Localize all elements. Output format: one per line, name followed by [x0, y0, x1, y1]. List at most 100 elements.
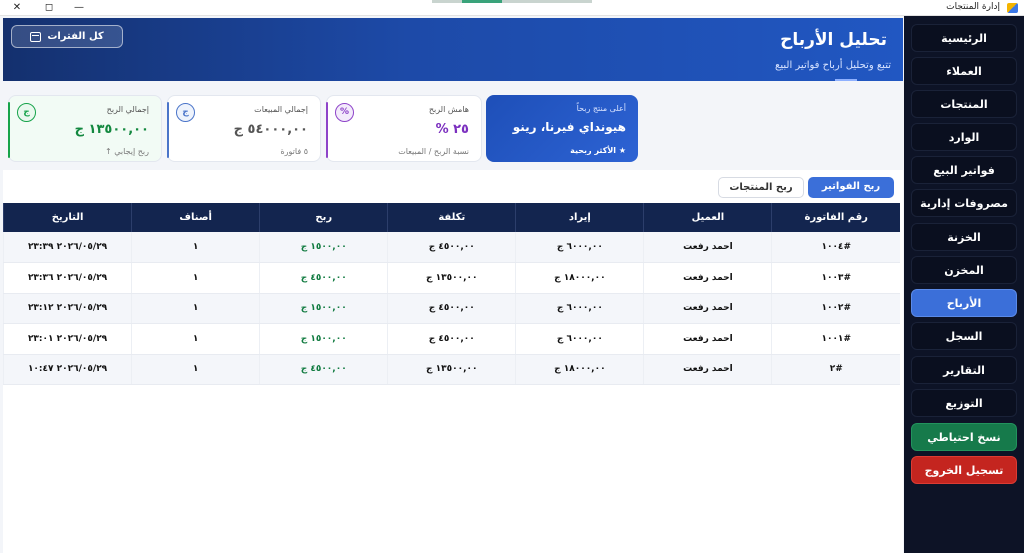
- items-cell: ١: [131, 262, 260, 294]
- top-product-label: أعلى منتج ربحاً: [576, 104, 626, 113]
- profit-sub: ربح إيجابي ↑: [105, 147, 149, 156]
- customer-cell: احمد رفعت: [643, 232, 772, 263]
- items-cell: ١: [131, 323, 260, 355]
- date-cell: ٢٠٢٦/٠٥/٢٩ ١٠:٤٧: [2, 354, 132, 385]
- percent-icon: %: [335, 103, 354, 122]
- table-row[interactable]: #١٠٠٢ احمد رفعت ٦٠٠٠,٠٠ ج ٤٥٠٠,٠٠ ج ١٥٠٠…: [2, 293, 900, 324]
- date-cell: ٢٠٢٦/٠٥/٢٩ ٢٣:٣٦: [2, 262, 132, 294]
- items-cell: ١: [131, 293, 260, 324]
- sidebar-item-customers[interactable]: العملاء: [911, 57, 1017, 85]
- profit-cell: ١٥٠٠,٠٠ ج: [259, 293, 388, 324]
- sales-value: ٥٤٠٠٠,٠٠ ج: [233, 122, 308, 137]
- customer-cell: احمد رفعت: [643, 354, 772, 385]
- sidebar-item-incoming[interactable]: الوارد: [911, 123, 1017, 151]
- maximize-window-button[interactable]: ◻: [42, 1, 56, 14]
- sidebar-item-admin-expenses[interactable]: مصروفات إدارية: [911, 189, 1017, 217]
- invoice-number-cell: #١٠٠٤: [771, 232, 900, 263]
- app-icon: [1007, 3, 1018, 13]
- profit-table-panel: ربح الفواتير ربح المنتجات رقم الفاتورة ا…: [2, 170, 903, 553]
- profit-table: رقم الفاتورة العميل إيراد تكلفة ربح أصنا…: [2, 203, 900, 385]
- table-row[interactable]: #١٠٠١ احمد رفعت ٦٠٠٠,٠٠ ج ٤٥٠٠,٠٠ ج ١٥٠٠…: [2, 323, 900, 355]
- table-header-row: رقم الفاتورة العميل إيراد تكلفة ربح أصنا…: [2, 203, 900, 232]
- profit-label: إجمالي الربح: [106, 105, 149, 114]
- card-accent: [167, 102, 169, 158]
- minimize-window-button[interactable]: —: [72, 1, 86, 14]
- revenue-cell: ٦٠٠٠,٠٠ ج: [515, 232, 644, 263]
- tab-invoice-profit[interactable]: ربح الفواتير: [808, 177, 894, 198]
- page-subtitle: تتبع وتحليل أرباح فواتير البيع: [775, 60, 891, 71]
- revenue-cell: ٦٠٠٠,٠٠ ج: [515, 293, 644, 324]
- customer-cell: احمد رفعت: [643, 293, 772, 324]
- all-periods-button[interactable]: كل الفترات: [11, 25, 123, 48]
- card-accent: [8, 102, 10, 158]
- margin-value: ٢٥ %: [435, 122, 469, 137]
- close-window-button[interactable]: ✕: [10, 1, 24, 14]
- top-product-card: أعلى منتج ربحاً هيونداي فيرنا، رينو ★ ال…: [486, 95, 638, 162]
- window-title: إدارة المنتجات: [946, 2, 1000, 12]
- sidebar-item-distribution[interactable]: التوزيع: [911, 389, 1017, 417]
- page-title: تحليل الأرباح: [780, 30, 887, 50]
- column-header[interactable]: إيراد: [515, 203, 644, 232]
- main-area: تحليل الأرباح تتبع وتحليل أرباح فواتير ا…: [0, 16, 904, 553]
- margin-sub: نسبة الربح / المبيعات: [398, 147, 469, 156]
- sidebar-item-log[interactable]: السجل: [911, 322, 1017, 350]
- table-row[interactable]: #١٠٠٣ احمد رفعت ١٨٠٠٠,٠٠ ج ١٣٥٠٠,٠٠ ج ٤٥…: [2, 262, 900, 294]
- sidebar-item-products[interactable]: المنتجات: [911, 90, 1017, 118]
- profit-margin-card: % هامش الربح ٢٥ % نسبة الربح / المبيعات: [326, 95, 482, 162]
- column-header[interactable]: ربح: [259, 203, 388, 232]
- sidebar: الرئيسية العملاء المنتجات الوارد فواتير …: [904, 16, 1024, 553]
- cost-cell: ٤٥٠٠,٠٠ ج: [387, 323, 516, 355]
- invoice-number-cell: #١٠٠١: [771, 323, 900, 355]
- sales-label: إجمالي المبيعات: [254, 105, 308, 114]
- top-product-sub: ★ الأكثر ربحية: [570, 146, 626, 155]
- profit-value: ١٣٥٠٠,٠٠ ج: [74, 122, 149, 137]
- items-cell: ١: [131, 354, 260, 385]
- date-cell: ٢٠٢٦/٠٥/٢٩ ٢٣:٠١: [2, 323, 132, 355]
- margin-label: هامش الربح: [428, 105, 469, 114]
- titlebar-indicator: [432, 0, 592, 3]
- sidebar-item-reports[interactable]: التقارير: [911, 356, 1017, 384]
- sales-sub: ٥ فاتورة: [280, 147, 308, 156]
- top-product-value: هيونداي فيرنا، رينو: [512, 120, 626, 134]
- profit-cell: ١٥٠٠,٠٠ ج: [259, 232, 388, 263]
- invoice-number-cell: #٢: [771, 354, 900, 385]
- profit-cell: ٤٥٠٠,٠٠ ج: [259, 354, 388, 385]
- column-header[interactable]: أصناف: [131, 203, 260, 232]
- sidebar-item-treasury[interactable]: الخزنة: [911, 223, 1017, 251]
- revenue-cell: ١٨٠٠٠,٠٠ ج: [515, 262, 644, 294]
- page-header: تحليل الأرباح تتبع وتحليل أرباح فواتير ا…: [3, 18, 903, 81]
- backup-button[interactable]: نسخ احتياطي: [911, 423, 1017, 451]
- column-header[interactable]: رقم الفاتورة: [771, 203, 900, 232]
- sidebar-item-warehouse[interactable]: المخزن: [911, 256, 1017, 284]
- customer-cell: احمد رفعت: [643, 323, 772, 355]
- total-profit-card: ج إجمالي الربح ١٣٥٠٠,٠٠ ج ربح إيجابي ↑: [8, 95, 162, 162]
- table-row[interactable]: #٢ احمد رفعت ١٨٠٠٠,٠٠ ج ١٣٥٠٠,٠٠ ج ٤٥٠٠,…: [2, 354, 900, 385]
- date-cell: ٢٠٢٦/٠٥/٢٩ ٢٣:٣٩: [2, 232, 132, 263]
- items-cell: ١: [131, 232, 260, 263]
- profit-cell: ١٥٠٠,٠٠ ج: [259, 323, 388, 355]
- sidebar-item-home[interactable]: الرئيسية: [911, 24, 1017, 52]
- column-header[interactable]: تكلفة: [387, 203, 516, 232]
- window-titlebar: ✕ ◻ — إدارة المنتجات: [0, 0, 1024, 16]
- customer-cell: احمد رفعت: [643, 262, 772, 294]
- logout-button[interactable]: تسجيل الخروج: [911, 456, 1017, 484]
- profit-cell: ٤٥٠٠,٠٠ ج: [259, 262, 388, 294]
- invoice-number-cell: #١٠٠٣: [771, 262, 900, 294]
- cost-cell: ٤٥٠٠,٠٠ ج: [387, 293, 516, 324]
- table-row[interactable]: #١٠٠٤ احمد رفعت ٦٠٠٠,٠٠ ج ٤٥٠٠,٠٠ ج ١٥٠٠…: [2, 232, 900, 263]
- period-button-label: كل الفترات: [47, 31, 104, 42]
- column-header[interactable]: العميل: [643, 203, 772, 232]
- invoice-number-cell: #١٠٠٢: [771, 293, 900, 324]
- header-underline: [835, 79, 857, 81]
- calendar-icon: [30, 31, 42, 42]
- currency-icon: ج: [176, 103, 195, 122]
- cost-cell: ١٣٥٠٠,٠٠ ج: [387, 354, 516, 385]
- currency-icon: ج: [17, 103, 36, 122]
- card-accent: [326, 102, 328, 158]
- sidebar-item-profits[interactable]: الأرباح: [911, 289, 1017, 317]
- column-header[interactable]: التاريخ: [2, 203, 132, 232]
- sidebar-item-sales-invoices[interactable]: فواتير البيع: [911, 156, 1017, 184]
- revenue-cell: ٦٠٠٠,٠٠ ج: [515, 323, 644, 355]
- cost-cell: ٤٥٠٠,٠٠ ج: [387, 232, 516, 263]
- tab-product-profit[interactable]: ربح المنتجات: [718, 177, 804, 198]
